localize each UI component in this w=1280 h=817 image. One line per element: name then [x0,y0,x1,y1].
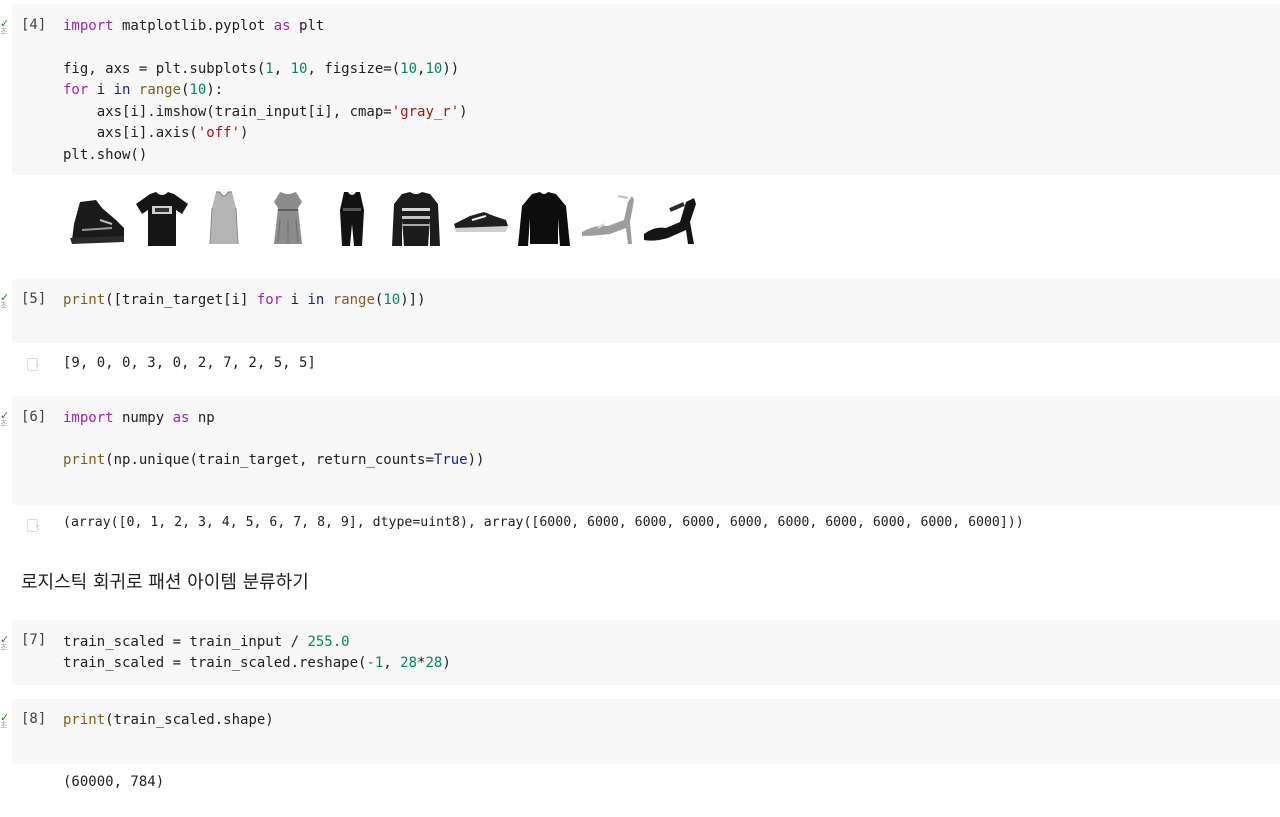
fashion-image-pullover [392,192,440,246]
code-cell-5[interactable] [12,279,1280,343]
fashion-image-t-shirt [136,192,188,246]
code-token: 1 [265,61,274,77]
code-token: -1 [366,655,384,671]
code-token: 10 [383,292,401,308]
output-menu-icon[interactable]: ▸ [27,358,40,371]
run-status-icon: ✓ 초 [0,711,10,730]
code-line[interactable]: fig, axs = plt.subplots(1, 10, figsize=(… [63,59,459,79]
code-line[interactable]: axs[i].imshow(train_input[i], cmap='gray… [63,102,468,122]
code-token: for [256,292,283,308]
code-token: 28 [425,655,443,671]
cell-output: (array([0, 1, 2, 3, 4, 5, 6, 7, 8, 9], d… [63,515,1024,530]
code-cell-8[interactable] [12,699,1280,764]
code-token: as [172,410,190,426]
run-status-icon: ✓ 초 [0,291,10,310]
code-line[interactable]: print(train_scaled.shape) [63,710,274,730]
cell-output: (60000, 784) [63,774,165,790]
code-line[interactable]: print([train_target[i] for i in range(10… [63,290,426,310]
cell-output: [9, 0, 0, 3, 0, 2, 7, 2, 5, 5] [63,355,316,371]
code-line[interactable]: for i in range(10): [63,80,223,100]
code-token: 28 [400,655,418,671]
fashion-image-ankle-boot [70,200,124,244]
fashion-image-heel [644,198,696,244]
code-line[interactable]: plt.show() [63,145,147,165]
code-token: range [138,82,182,98]
output-menu-icon[interactable]: ▸ [27,519,40,532]
code-token: True [433,452,468,468]
code-token: 10 [290,61,308,77]
code-token: 10 [189,82,207,98]
execution-count: [7] [21,632,47,648]
execution-count: [8] [21,711,47,727]
run-status-icon: ✓ 초 [0,633,10,652]
fashion-image-sweater [518,192,570,246]
run-status-icon: ✓ 초 [0,17,10,36]
execution-count: [6] [21,409,47,425]
execution-count: [4] [21,17,47,33]
code-token: as [273,18,291,34]
code-line[interactable]: axs[i].axis('off') [63,123,249,143]
code-token: 'gray_r' [391,104,460,120]
execution-count: [5] [21,291,47,307]
code-line[interactable]: train_scaled = train_scaled.reshape(-1, … [63,653,451,673]
fashion-image-jumpsuit [340,192,364,246]
code-token: print [63,452,106,468]
fashion-image-dress [274,192,302,244]
code-line[interactable]: train_scaled = train_input / 255.0 [63,632,350,652]
code-token: in [113,82,131,98]
fashion-image-sandal [582,195,634,244]
code-token: print [63,292,106,308]
code-token: 'off' [197,125,241,141]
code-token: print [63,712,106,728]
code-token: import [63,410,114,426]
code-line[interactable]: print(np.unique(train_target, return_cou… [63,450,484,470]
code-token: for [63,82,89,98]
code-token: import [63,18,114,34]
code-token: in [307,292,325,308]
code-token: 10 [425,61,443,77]
code-token: 255.0 [307,634,350,650]
code-token: 10 [400,61,418,77]
fashion-image-sneaker [454,212,508,232]
run-status-icon: ✓ 초 [0,409,10,428]
fashion-image-tank-top [209,191,239,245]
markdown-heading[interactable]: 로지스틱 회귀로 패션 아이템 분류하기 [21,568,309,594]
code-line[interactable]: import matplotlib.pyplot as plt [63,16,324,36]
code-token: range [332,292,375,308]
code-line[interactable]: import numpy as np [63,408,215,428]
